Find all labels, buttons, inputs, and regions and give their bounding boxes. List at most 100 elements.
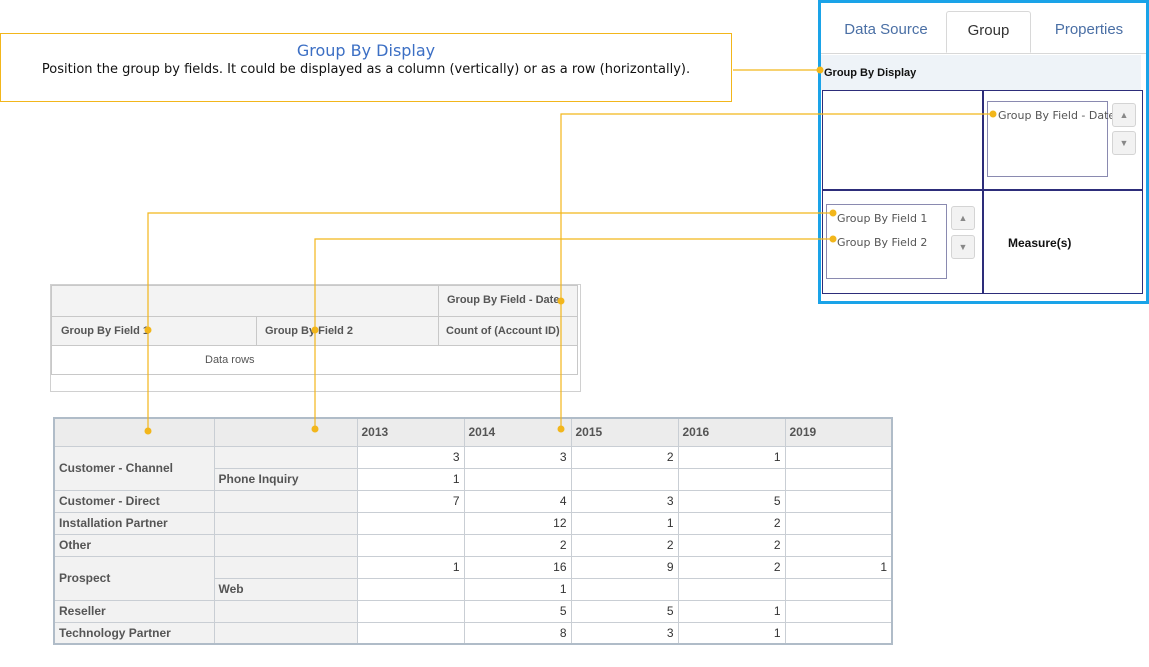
- year-header: 2019: [784, 417, 893, 447]
- group-cell: Customer - Channel: [53, 445, 215, 491]
- section-title: Group By Display: [821, 55, 1141, 90]
- value-cell: 2: [677, 511, 786, 535]
- value-cell: [356, 599, 465, 623]
- value-cell: [784, 511, 893, 535]
- group-cell: Prospect: [53, 555, 215, 601]
- table-row: Technology Partner 8 3 1: [53, 621, 893, 645]
- value-cell: 3: [463, 445, 572, 469]
- value-cell: 9: [570, 555, 679, 579]
- tab-bar: Data Source Group Properties: [821, 3, 1146, 54]
- column-fields-list[interactable]: Group By Field - Date: [987, 101, 1115, 177]
- group-cell: Installation Partner: [53, 511, 215, 535]
- group-settings-panel: Data Source Group Properties Group By Di…: [818, 0, 1149, 304]
- triangle-down-icon: ▼: [958, 242, 968, 252]
- value-cell: 5: [570, 599, 679, 623]
- value-cell: [784, 533, 893, 557]
- value-cell: 1: [677, 599, 786, 623]
- table-row: Installation Partner 12 1 2: [53, 511, 893, 535]
- sub-cell: [213, 555, 358, 579]
- value-cell: [570, 577, 679, 601]
- sub-cell: [213, 511, 358, 535]
- value-cell: [784, 621, 893, 645]
- year-header: 2014: [463, 417, 572, 447]
- value-cell: [570, 467, 679, 491]
- value-cell: 2: [677, 533, 786, 557]
- value-cell: 1: [784, 555, 893, 579]
- preview-column-field: Group By Field - Date: [438, 285, 578, 317]
- tab-properties[interactable]: Properties: [1035, 11, 1143, 53]
- group-cell: Customer - Direct: [53, 489, 215, 513]
- value-cell: [356, 511, 465, 535]
- value-cell: [677, 577, 786, 601]
- value-cell: [356, 621, 465, 645]
- group-cell: Reseller: [53, 599, 215, 623]
- table-row: Customer - Direct 7 4 3 5: [53, 489, 893, 513]
- value-cell: 2: [463, 533, 572, 557]
- value-cell: [784, 489, 893, 513]
- value-cell: 1: [677, 621, 786, 645]
- group-cell: Other: [53, 533, 215, 557]
- move-up-button[interactable]: ▲: [951, 206, 975, 230]
- list-item[interactable]: Group By Field 1: [837, 212, 927, 225]
- sub-cell: [213, 621, 358, 645]
- preview-measure: Count of (Account ID): [438, 316, 578, 346]
- header-corner-1: [53, 417, 215, 447]
- header-corner-2: [213, 417, 358, 447]
- row-fields-list[interactable]: Group By Field 1 Group By Field 2: [826, 204, 947, 279]
- year-header: 2016: [677, 417, 786, 447]
- value-cell: [356, 533, 465, 557]
- value-cell: 1: [356, 555, 465, 579]
- callout-box: Group By Display Position the group by f…: [0, 33, 732, 102]
- value-cell: [784, 467, 893, 491]
- group-cell: Technology Partner: [53, 621, 215, 645]
- tab-data-source[interactable]: Data Source: [827, 11, 945, 53]
- sub-cell: Phone Inquiry: [213, 467, 358, 491]
- value-cell: [784, 599, 893, 623]
- value-cell: 2: [570, 533, 679, 557]
- value-cell: 16: [463, 555, 572, 579]
- value-cell: 1: [570, 511, 679, 535]
- table-row: Other 2 2 2: [53, 533, 893, 557]
- preview-corner: [51, 285, 439, 317]
- list-item[interactable]: Group By Field - Date: [998, 109, 1115, 122]
- callout-text: Position the group by fields. It could b…: [41, 62, 691, 77]
- sub-cell: Web: [213, 577, 358, 601]
- list-item[interactable]: Group By Field 2: [837, 236, 927, 249]
- move-down-button[interactable]: ▼: [951, 235, 975, 259]
- value-cell: 3: [356, 445, 465, 469]
- measures-label: Measure(s): [1008, 236, 1072, 250]
- triangle-down-icon: ▼: [1119, 138, 1129, 148]
- value-cell: 4: [463, 489, 572, 513]
- sub-cell: [213, 445, 358, 469]
- sub-cell: [213, 489, 358, 513]
- value-cell: 7: [356, 489, 465, 513]
- value-cell: 3: [570, 489, 679, 513]
- value-cell: [677, 467, 786, 491]
- tab-group[interactable]: Group: [946, 11, 1031, 53]
- table-row: Prospect 1 16 9 2 1: [53, 555, 893, 601]
- callout-title: Group By Display: [296, 41, 436, 60]
- value-cell: 3: [570, 621, 679, 645]
- row-fields-cell: Group By Field 1 Group By Field 2 ▲ ▼: [822, 190, 983, 294]
- sub-cell: [213, 533, 358, 557]
- move-down-button[interactable]: ▼: [1112, 131, 1136, 155]
- value-cell: [784, 577, 893, 601]
- value-cell: 5: [677, 489, 786, 513]
- move-up-button[interactable]: ▲: [1112, 103, 1136, 127]
- table-row: Reseller 5 5 1: [53, 599, 893, 623]
- preview-row-field-1: Group By Field 1: [51, 316, 257, 346]
- table-header-row: 2013 2014 2015 2016 2019: [53, 417, 893, 447]
- column-fields-cell: Group By Field - Date ▲ ▼: [983, 90, 1143, 190]
- year-header: 2015: [570, 417, 679, 447]
- empty-corner-cell: [822, 90, 983, 190]
- value-cell: [463, 467, 572, 491]
- value-cell: 5: [463, 599, 572, 623]
- layout-preview: Group By Field - Date Group By Field 1 G…: [50, 284, 581, 392]
- sub-cell: [213, 599, 358, 623]
- table-row: Customer - Channel 3 3 2 1: [53, 445, 893, 491]
- measures-cell: Measure(s): [983, 190, 1143, 294]
- year-header: 2013: [356, 417, 465, 447]
- value-cell: [784, 445, 893, 469]
- triangle-up-icon: ▲: [1119, 110, 1129, 120]
- value-cell: 2: [677, 555, 786, 579]
